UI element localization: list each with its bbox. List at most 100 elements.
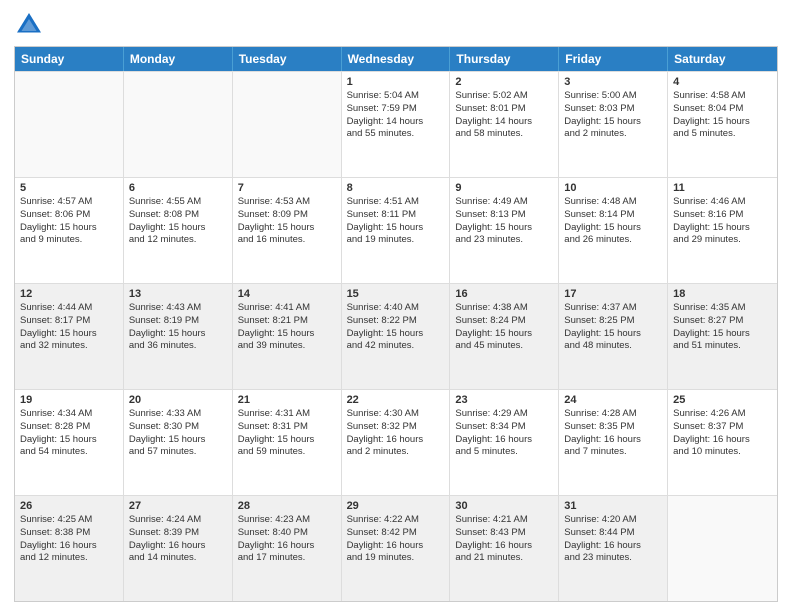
- cell-info-line: and 42 minutes.: [347, 340, 445, 353]
- cell-info-line: Sunset: 8:17 PM: [20, 315, 118, 328]
- cell-info-line: Sunset: 8:40 PM: [238, 527, 336, 540]
- cell-info-line: Sunrise: 4:49 AM: [455, 196, 553, 209]
- calendar-day-7: 7Sunrise: 4:53 AMSunset: 8:09 PMDaylight…: [233, 178, 342, 283]
- cell-info-line: Sunrise: 5:02 AM: [455, 90, 553, 103]
- calendar-day-28: 28Sunrise: 4:23 AMSunset: 8:40 PMDayligh…: [233, 496, 342, 601]
- calendar-week-3: 12Sunrise: 4:44 AMSunset: 8:17 PMDayligh…: [15, 283, 777, 389]
- cell-info-line: Sunrise: 4:46 AM: [673, 196, 772, 209]
- day-number: 26: [20, 500, 118, 512]
- cell-info-line: Sunrise: 4:24 AM: [129, 514, 227, 527]
- cell-info-line: Daylight: 16 hours: [564, 540, 662, 553]
- cell-info-line: Sunset: 8:43 PM: [455, 527, 553, 540]
- cell-info-line: Sunset: 8:28 PM: [20, 421, 118, 434]
- cell-info-line: and 10 minutes.: [673, 446, 772, 459]
- cell-info-line: Daylight: 16 hours: [455, 540, 553, 553]
- day-number: 29: [347, 500, 445, 512]
- day-number: 12: [20, 288, 118, 300]
- cell-info-line: and 51 minutes.: [673, 340, 772, 353]
- calendar-day-2: 2Sunrise: 5:02 AMSunset: 8:01 PMDaylight…: [450, 72, 559, 177]
- calendar-day-18: 18Sunrise: 4:35 AMSunset: 8:27 PMDayligh…: [668, 284, 777, 389]
- day-number: 21: [238, 394, 336, 406]
- header-day-thursday: Thursday: [450, 47, 559, 71]
- calendar-week-4: 19Sunrise: 4:34 AMSunset: 8:28 PMDayligh…: [15, 389, 777, 495]
- cell-info-line: Daylight: 15 hours: [347, 328, 445, 341]
- cell-info-line: Sunset: 8:25 PM: [564, 315, 662, 328]
- cell-info-line: and 17 minutes.: [238, 552, 336, 565]
- cell-info-line: and 36 minutes.: [129, 340, 227, 353]
- calendar-day-10: 10Sunrise: 4:48 AMSunset: 8:14 PMDayligh…: [559, 178, 668, 283]
- day-number: 23: [455, 394, 553, 406]
- cell-info-line: Sunrise: 4:55 AM: [129, 196, 227, 209]
- cell-info-line: Sunset: 8:27 PM: [673, 315, 772, 328]
- calendar-day-15: 15Sunrise: 4:40 AMSunset: 8:22 PMDayligh…: [342, 284, 451, 389]
- cell-info-line: Sunset: 8:13 PM: [455, 209, 553, 222]
- calendar-day-30: 30Sunrise: 4:21 AMSunset: 8:43 PMDayligh…: [450, 496, 559, 601]
- cell-info-line: Sunrise: 4:38 AM: [455, 302, 553, 315]
- day-number: 5: [20, 182, 118, 194]
- cell-info-line: Sunrise: 5:00 AM: [564, 90, 662, 103]
- cell-info-line: Sunset: 8:38 PM: [20, 527, 118, 540]
- cell-info-line: Daylight: 14 hours: [455, 116, 553, 129]
- cell-info-line: Sunset: 8:21 PM: [238, 315, 336, 328]
- header-day-tuesday: Tuesday: [233, 47, 342, 71]
- cell-info-line: Sunrise: 4:30 AM: [347, 408, 445, 421]
- day-number: 11: [673, 182, 772, 194]
- cell-info-line: and 2 minutes.: [564, 128, 662, 141]
- cell-info-line: and 55 minutes.: [347, 128, 445, 141]
- cell-info-line: Daylight: 15 hours: [238, 328, 336, 341]
- cell-info-line: and 57 minutes.: [129, 446, 227, 459]
- calendar-week-1: 1Sunrise: 5:04 AMSunset: 7:59 PMDaylight…: [15, 71, 777, 177]
- cell-info-line: Sunrise: 4:33 AM: [129, 408, 227, 421]
- cell-info-line: Sunset: 8:34 PM: [455, 421, 553, 434]
- calendar-day-16: 16Sunrise: 4:38 AMSunset: 8:24 PMDayligh…: [450, 284, 559, 389]
- cell-info-line: and 23 minutes.: [564, 552, 662, 565]
- cell-info-line: and 12 minutes.: [20, 552, 118, 565]
- cell-info-line: Sunset: 8:30 PM: [129, 421, 227, 434]
- day-number: 4: [673, 76, 772, 88]
- cell-info-line: and 19 minutes.: [347, 234, 445, 247]
- cell-info-line: Sunrise: 4:34 AM: [20, 408, 118, 421]
- cell-info-line: Sunrise: 4:23 AM: [238, 514, 336, 527]
- cell-info-line: Sunset: 8:16 PM: [673, 209, 772, 222]
- calendar-day-27: 27Sunrise: 4:24 AMSunset: 8:39 PMDayligh…: [124, 496, 233, 601]
- header-day-sunday: Sunday: [15, 47, 124, 71]
- logo: [14, 10, 48, 40]
- day-number: 9: [455, 182, 553, 194]
- cell-info-line: Sunrise: 4:58 AM: [673, 90, 772, 103]
- cell-info-line: Sunset: 8:39 PM: [129, 527, 227, 540]
- calendar-week-5: 26Sunrise: 4:25 AMSunset: 8:38 PMDayligh…: [15, 495, 777, 601]
- cell-info-line: Daylight: 15 hours: [564, 222, 662, 235]
- cell-info-line: Daylight: 15 hours: [129, 222, 227, 235]
- cell-info-line: Sunset: 8:04 PM: [673, 103, 772, 116]
- calendar-day-24: 24Sunrise: 4:28 AMSunset: 8:35 PMDayligh…: [559, 390, 668, 495]
- calendar-week-2: 5Sunrise: 4:57 AMSunset: 8:06 PMDaylight…: [15, 177, 777, 283]
- cell-info-line: and 32 minutes.: [20, 340, 118, 353]
- header-day-friday: Friday: [559, 47, 668, 71]
- cell-info-line: and 39 minutes.: [238, 340, 336, 353]
- cell-info-line: and 14 minutes.: [129, 552, 227, 565]
- cell-info-line: Daylight: 15 hours: [20, 328, 118, 341]
- cell-info-line: Sunrise: 4:20 AM: [564, 514, 662, 527]
- day-number: 2: [455, 76, 553, 88]
- cell-info-line: Daylight: 15 hours: [673, 116, 772, 129]
- calendar-day-21: 21Sunrise: 4:31 AMSunset: 8:31 PMDayligh…: [233, 390, 342, 495]
- calendar-empty-cell: [15, 72, 124, 177]
- cell-info-line: Daylight: 16 hours: [455, 434, 553, 447]
- cell-info-line: Daylight: 16 hours: [673, 434, 772, 447]
- cell-info-line: Daylight: 15 hours: [129, 434, 227, 447]
- calendar-day-14: 14Sunrise: 4:41 AMSunset: 8:21 PMDayligh…: [233, 284, 342, 389]
- day-number: 3: [564, 76, 662, 88]
- calendar-day-29: 29Sunrise: 4:22 AMSunset: 8:42 PMDayligh…: [342, 496, 451, 601]
- cell-info-line: Daylight: 16 hours: [347, 540, 445, 553]
- cell-info-line: and 58 minutes.: [455, 128, 553, 141]
- cell-info-line: Daylight: 15 hours: [455, 328, 553, 341]
- cell-info-line: Sunrise: 4:29 AM: [455, 408, 553, 421]
- cell-info-line: Sunset: 8:44 PM: [564, 527, 662, 540]
- cell-info-line: and 2 minutes.: [347, 446, 445, 459]
- cell-info-line: Daylight: 15 hours: [455, 222, 553, 235]
- calendar-day-9: 9 Sunrise: 4:49 AMSunset: 8:13 PMDaylight…: [450, 178, 559, 283]
- calendar-empty-cell: [233, 72, 342, 177]
- cell-info-line: Daylight: 16 hours: [129, 540, 227, 553]
- day-number: 18: [673, 288, 772, 300]
- calendar-day-20: 20Sunrise: 4:33 AMSunset: 8:30 PMDayligh…: [124, 390, 233, 495]
